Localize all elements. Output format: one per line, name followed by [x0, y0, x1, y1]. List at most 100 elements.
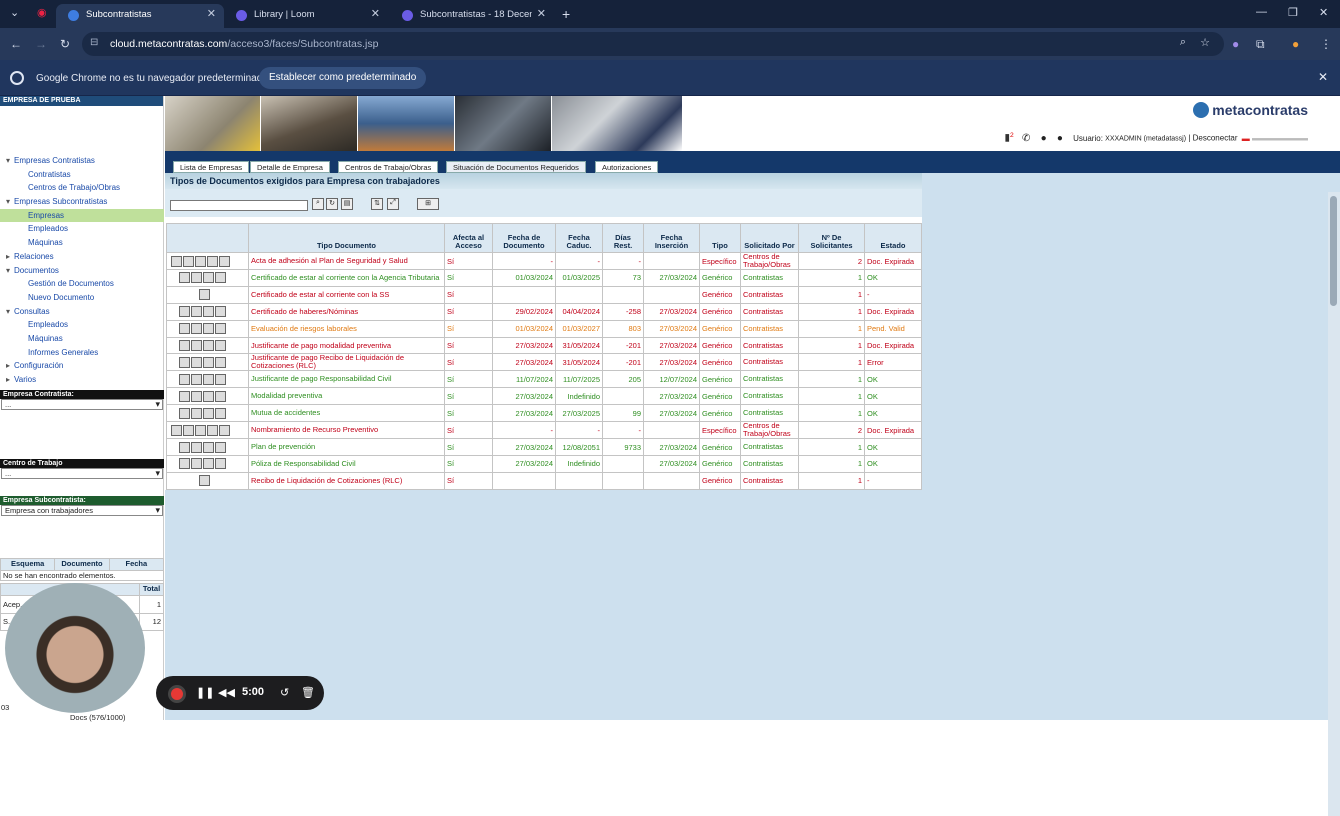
tree-item[interactable]: ▾ Documentos: [0, 264, 164, 278]
expand-icon[interactable]: ⤢: [387, 198, 399, 210]
cell-tipo-doc[interactable]: Certificado de haberes/Nóminas: [248, 302, 445, 321]
menu-tab[interactable]: Detalle de Empresa: [250, 161, 330, 173]
edit-icon[interactable]: [191, 373, 202, 385]
view-icon[interactable]: [179, 340, 190, 351]
tree-item[interactable]: Máquinas: [0, 332, 164, 346]
rewind-icon[interactable]: ◀◀: [218, 686, 235, 699]
profile-avatar-icon[interactable]: ●: [1292, 37, 1299, 51]
tab-subcontratistas[interactable]: Subcontratistas ✕: [56, 4, 224, 28]
stop-recording-button[interactable]: [168, 685, 186, 703]
edit-icon[interactable]: [191, 356, 202, 368]
logout-link[interactable]: | Desconectar: [1188, 134, 1237, 143]
column-header[interactable]: Estado: [864, 223, 922, 253]
tab-search-icon[interactable]: ⌄: [10, 6, 19, 19]
centro-trabajo-select[interactable]: ...: [1, 468, 163, 479]
omnibox[interactable]: ⊟ cloud.metacontratas.com/acceso3/faces/…: [82, 32, 1224, 56]
restart-icon[interactable]: ↺: [280, 686, 289, 699]
history-icon[interactable]: [207, 424, 218, 436]
table-row[interactable]: Evaluación de riesgos laborales Sí 01/03/2…: [166, 319, 922, 338]
tree-item[interactable]: ▸ Relaciones: [0, 250, 164, 264]
chevron-icon[interactable]: ▸: [6, 361, 10, 370]
edit-icon[interactable]: [191, 407, 202, 419]
table-row[interactable]: Justificante de pago modalidad preventiv…: [166, 336, 922, 355]
column-header[interactable]: Fecha Caduc.: [555, 223, 603, 253]
search-icon[interactable]: ⌕: [312, 198, 324, 210]
history-icon[interactable]: [207, 255, 218, 267]
zoom-icon[interactable]: ⌕: [1180, 36, 1186, 49]
add-column-icon[interactable]: ⊞: [417, 198, 439, 210]
table-row[interactable]: Acta de adhesión al Plan de Seguridad y …: [166, 252, 922, 270]
forward-icon[interactable]: →: [35, 37, 47, 51]
edit-icon[interactable]: [191, 272, 202, 284]
tree-item[interactable]: ▾ Consultas: [0, 305, 164, 319]
table-row[interactable]: Justificante de pago Recibo de Liquidaci…: [166, 353, 922, 372]
close-icon[interactable]: ✕: [1318, 70, 1328, 84]
view-icon[interactable]: [199, 475, 210, 487]
menu-tab[interactable]: Centros de Trabajo/Obras: [338, 161, 439, 173]
table-row[interactable]: Plan de prevención Sí 27/03/2024 12/08/2051…: [166, 438, 922, 457]
menu-tab[interactable]: Situación de Documentos Requeridos: [446, 161, 586, 173]
print-icon[interactable]: ▤: [341, 198, 353, 210]
cell-tipo-doc[interactable]: Justificante de pago Recibo de Liquidaci…: [248, 353, 445, 372]
column-header[interactable]: Afecta al Acceso: [444, 223, 493, 253]
view-icon[interactable]: [179, 458, 190, 470]
view-icon[interactable]: [179, 441, 190, 453]
table-row[interactable]: Certificado de haberes/Nóminas Sí 29/02/20…: [166, 302, 922, 321]
close-window-icon[interactable]: ✕: [1319, 6, 1328, 19]
tree-item[interactable]: Centros de Trabajo/Obras: [0, 181, 164, 195]
tree-item[interactable]: Nuevo Documento: [0, 291, 164, 305]
restore-icon[interactable]: ❐: [1288, 6, 1298, 19]
tab-subcontratistas-2[interactable]: Subcontratistas - 18 December ✕: [390, 4, 554, 28]
upload-icon[interactable]: [203, 390, 214, 402]
chevron-icon[interactable]: ▾: [6, 266, 10, 275]
close-icon[interactable]: ✕: [207, 7, 216, 20]
column-header[interactable]: Fecha de Documento: [492, 223, 556, 253]
site-info-icon[interactable]: ⊟: [90, 37, 98, 48]
view-icon[interactable]: [179, 373, 190, 385]
history-icon[interactable]: [215, 407, 226, 419]
edit-icon[interactable]: [191, 323, 202, 335]
close-icon[interactable]: ✕: [537, 7, 546, 20]
upload-icon[interactable]: [203, 272, 214, 284]
cell-tipo-doc[interactable]: Justificante de pago modalidad preventiv…: [248, 336, 445, 355]
chevron-icon[interactable]: ▾: [6, 156, 10, 165]
tree-item[interactable]: Empleados: [0, 318, 164, 332]
history-icon[interactable]: [215, 373, 226, 385]
empresa-contratista-select[interactable]: ...: [1, 399, 163, 410]
history-icon[interactable]: [215, 390, 226, 402]
cell-tipo-doc[interactable]: Recibo de Liquidación de Cotizaciones (R…: [248, 471, 445, 490]
upload-icon[interactable]: [203, 458, 214, 470]
cell-tipo-doc[interactable]: Certificado de estar al corriente con la…: [248, 285, 445, 304]
cell-tipo-doc[interactable]: Justificante de pago Responsabilidad Civ…: [248, 370, 445, 389]
menu-tab[interactable]: Lista de Empresas: [173, 161, 250, 173]
pause-icon[interactable]: ❚❚: [196, 686, 214, 699]
download-icon[interactable]: [219, 255, 230, 267]
edit-icon[interactable]: [191, 390, 202, 402]
view-icon[interactable]: [179, 356, 190, 368]
upload-icon[interactable]: [203, 407, 214, 419]
page-scrollbar[interactable]: [1328, 192, 1340, 816]
set-default-button[interactable]: Establecer como predeterminado: [259, 67, 427, 89]
view-icon[interactable]: [179, 407, 190, 419]
cell-tipo-doc[interactable]: Acta de adhesión al Plan de Seguridad y …: [248, 252, 445, 270]
chevron-icon[interactable]: ▸: [6, 375, 10, 384]
tree-item[interactable]: Empresas: [0, 208, 164, 223]
new-tab-button[interactable]: +: [562, 6, 570, 22]
extensions-puzzle-icon[interactable]: ⧉: [1256, 37, 1265, 52]
column-header[interactable]: Fecha Inserción: [643, 223, 700, 253]
refresh-icon[interactable]: ↻: [326, 198, 338, 210]
upload-icon[interactable]: [203, 306, 214, 318]
cell-tipo-doc[interactable]: Póliza de Responsabilidad Civil: [248, 455, 445, 473]
tree-item[interactable]: ▾ Empresas Contratistas: [0, 154, 164, 168]
view-icon[interactable]: [171, 424, 182, 436]
tab-loom[interactable]: Library | Loom ✕: [224, 4, 388, 28]
edit-icon[interactable]: [183, 424, 194, 436]
history-icon[interactable]: [215, 306, 226, 318]
tree-item[interactable]: ▾ Empresas Subcontratistas: [0, 195, 164, 209]
history-icon[interactable]: [215, 323, 226, 335]
chevron-icon[interactable]: ▾: [6, 197, 10, 206]
upload-icon[interactable]: [203, 356, 214, 368]
column-header[interactable]: Nº De Solicitantes: [798, 223, 865, 253]
trash-icon[interactable]: 🗑: [301, 686, 315, 699]
column-header[interactable]: Tipo: [699, 223, 741, 253]
